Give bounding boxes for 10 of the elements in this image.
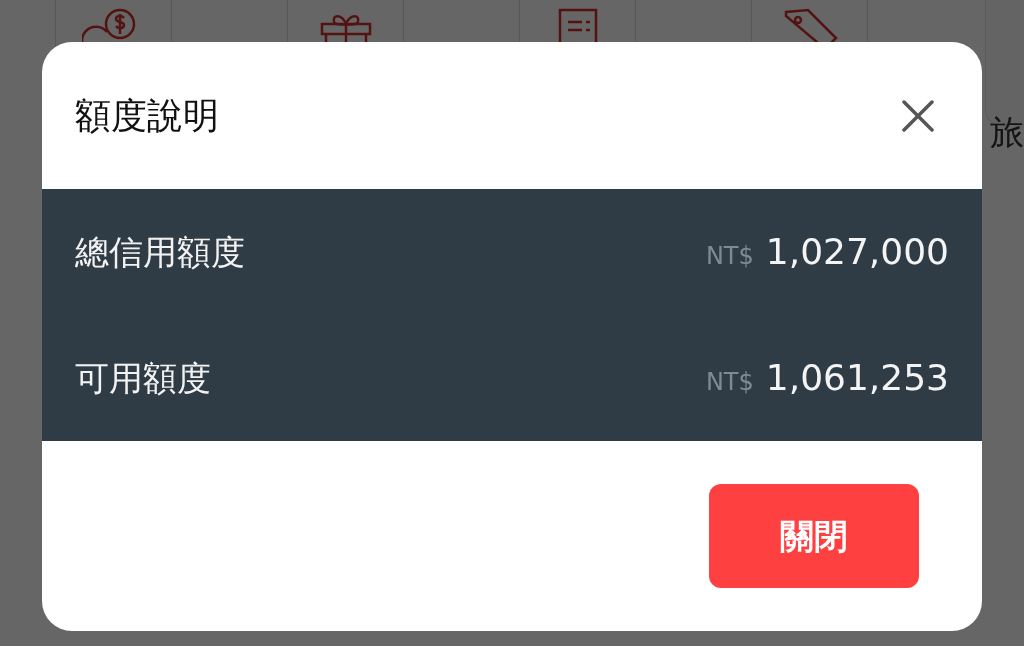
currency-label: NT$: [705, 241, 754, 272]
row-label: 總信用額度: [75, 230, 245, 274]
close-button[interactable]: 關閉: [709, 484, 919, 588]
menu-label: 旅: [990, 112, 1024, 153]
row-label: 可用額度: [75, 356, 211, 400]
currency-label: NT$: [705, 367, 754, 398]
amount-value: 1,027,000: [765, 230, 949, 274]
dialog-title: 額度說明: [75, 93, 219, 138]
amount-value: 1,061,253: [765, 356, 949, 400]
close-icon[interactable]: [902, 99, 934, 132]
